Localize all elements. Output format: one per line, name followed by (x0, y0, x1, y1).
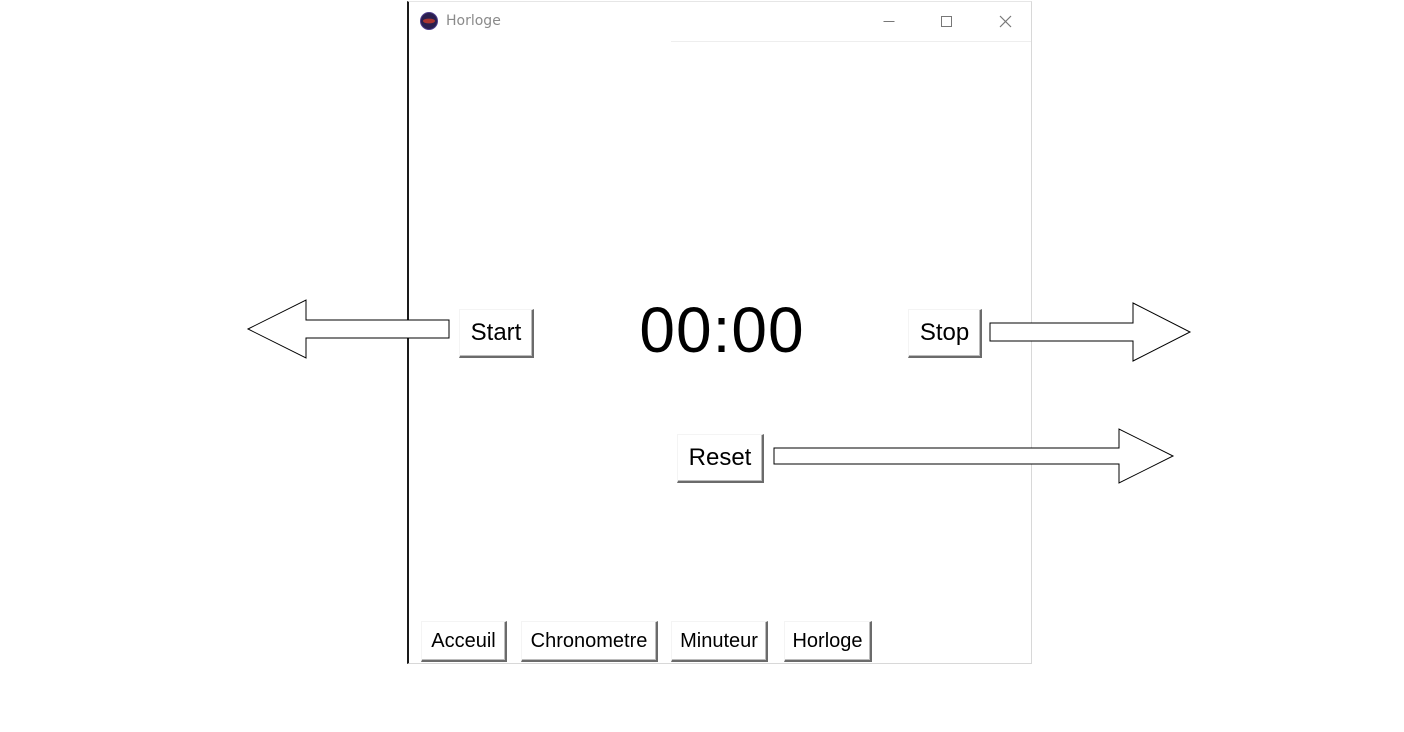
reset-button[interactable]: Reset (677, 434, 764, 483)
start-button[interactable]: Start (459, 309, 534, 358)
nav-chronometre-button[interactable]: Chronometre (521, 621, 658, 662)
nav-horloge-button[interactable]: Horloge (784, 621, 872, 662)
app-logo-icon (420, 12, 438, 30)
close-button[interactable] (982, 2, 1028, 41)
minimize-icon (883, 21, 895, 22)
minimize-button[interactable] (866, 2, 912, 41)
arrow-left-icon (246, 299, 450, 359)
time-display: 00:00 (639, 294, 805, 366)
title-bar[interactable]: Horloge (409, 2, 1031, 41)
nav-minuteur-button[interactable]: Minuteur (671, 621, 768, 662)
maximize-button[interactable] (923, 2, 969, 41)
title-bar-divider (671, 41, 1031, 42)
window-title: Horloge (446, 13, 501, 29)
stop-button[interactable]: Stop (908, 309, 982, 358)
close-icon (999, 15, 1012, 28)
arrow-right-icon (989, 302, 1192, 362)
maximize-icon (941, 16, 952, 27)
nav-acceuil-button[interactable]: Acceuil (421, 621, 507, 662)
arrow-right-icon (773, 428, 1175, 484)
